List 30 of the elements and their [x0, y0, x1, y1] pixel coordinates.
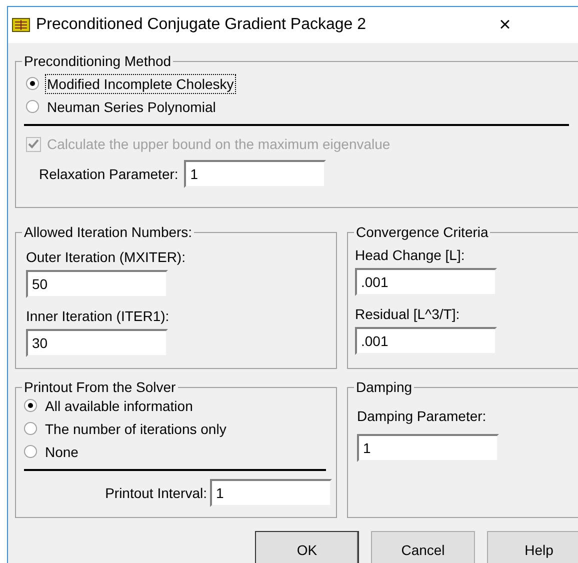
field-label: Residual [L^3/T]: — [355, 305, 461, 324]
dialog-button[interactable]: Cancel — [371, 531, 475, 563]
close-button[interactable]: × — [490, 10, 520, 40]
input-field[interactable]: .001 — [355, 327, 497, 355]
radio-button[interactable] — [24, 445, 37, 458]
radio-label[interactable]: None — [43, 442, 80, 462]
input-field[interactable]: 1 — [184, 160, 326, 188]
field-label: Printout Interval: — [105, 484, 207, 502]
window-title: Preconditioned Conjugate Gradient Package 2 — [36, 15, 366, 35]
field-label: Relaxation Parameter: — [39, 164, 178, 184]
dialog-button[interactable]: Help — [487, 531, 578, 563]
radio-label[interactable]: The number of iterations only — [43, 418, 228, 438]
field-label: Damping Parameter: — [357, 407, 488, 426]
radio-button[interactable] — [26, 77, 39, 90]
radio-label[interactable]: All available information — [43, 396, 195, 416]
input-field[interactable]: 50 — [26, 270, 168, 298]
input-field[interactable]: .001 — [355, 268, 497, 296]
radio-button[interactable] — [26, 100, 39, 113]
radio-label[interactable]: Neuman Series Polynomial — [45, 96, 218, 116]
app-icon — [12, 18, 30, 32]
radio-button[interactable] — [24, 422, 37, 435]
field-label: Outer Iteration (MXITER): — [26, 248, 186, 267]
field-label: Head Change [L]: — [355, 246, 466, 265]
dialog-button[interactable]: OK — [255, 531, 359, 563]
input-field[interactable]: 1 — [357, 434, 499, 462]
radio-button[interactable] — [24, 399, 37, 412]
input-field[interactable]: 1 — [210, 479, 332, 507]
radio-label[interactable]: Modified Incomplete Cholesky — [45, 74, 236, 94]
field-label: Inner Iteration (ITER1): — [26, 307, 170, 326]
input-field[interactable]: 30 — [26, 329, 168, 357]
